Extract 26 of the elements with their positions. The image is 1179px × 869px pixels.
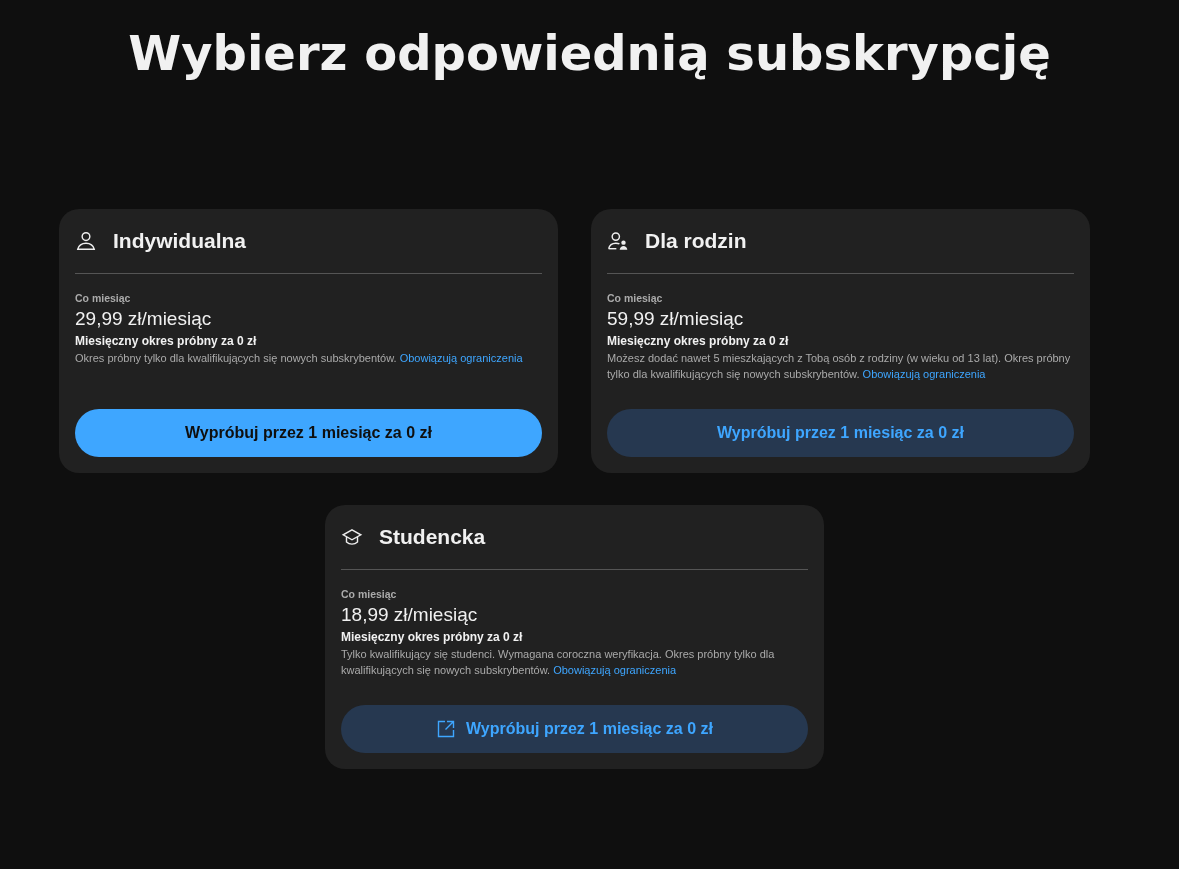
plan-price: 18,99 zł/miesiąc: [341, 604, 479, 626]
person-icon: [75, 230, 97, 252]
restrictions-link[interactable]: Obowiązują ograniczenia: [862, 368, 986, 380]
trial-offer: Miesięczny okres próbny za 0 zł: [607, 334, 790, 348]
plan-description: Okres próbny tylko dla kwalifikujących się nowych subskrybentów. Obowiązują ograniczenia: [75, 351, 524, 366]
plan-description: Tylko kwalifikujący się studenci. Wymagana coroczna weryfikacja. Okres próbny tylko dla kwalifikujących się nowych subskrybentów. Obowiązują ograniczenia: [341, 647, 776, 678]
graduation-cap-icon: [341, 526, 363, 548]
trial-offer: Miesięczny okres próbny za 0 zł: [341, 630, 524, 644]
trial-offer: Miesięczny okres próbny za 0 zł: [75, 334, 258, 348]
plan-price: 29,99 zł/miesiąc: [75, 308, 213, 330]
plan-name: Indywidualna: [113, 229, 246, 253]
restrictions-link[interactable]: Obowiązują ograniczenia: [553, 664, 677, 676]
billing-period: Co miesiąc: [75, 292, 132, 304]
plan-description: Możesz dodać nawet 5 mieszkających z Tobą osób z rodziny (w wieku od 13 lat). Okres próbny tylko dla kwalifikujących się nowych subskrybentów. Obowiązują ograniczenia: [607, 351, 1072, 382]
people-icon: [607, 230, 629, 252]
page-title: Wybierz odpowiednią subskrypcję: [127, 24, 1052, 83]
trial-button[interactable]: Wypróbuj przez 1 miesiąc za 0 zł: [341, 705, 808, 753]
plan-name: Studencka: [379, 525, 486, 549]
plan-price: 59,99 zł/miesiąc: [607, 308, 745, 330]
external-link-icon: [436, 719, 457, 739]
billing-period: Co miesiąc: [607, 292, 664, 304]
restrictions-link[interactable]: Obowiązują ograniczenia: [399, 352, 523, 364]
trial-button[interactable]: Wypróbuj przez 1 miesiąc za 0 zł: [75, 409, 542, 457]
trial-button[interactable]: Wypróbuj przez 1 miesiąc za 0 zł: [607, 409, 1074, 457]
billing-period: Co miesiąc: [341, 588, 398, 600]
plan-name: Dla rodzin: [645, 229, 747, 253]
